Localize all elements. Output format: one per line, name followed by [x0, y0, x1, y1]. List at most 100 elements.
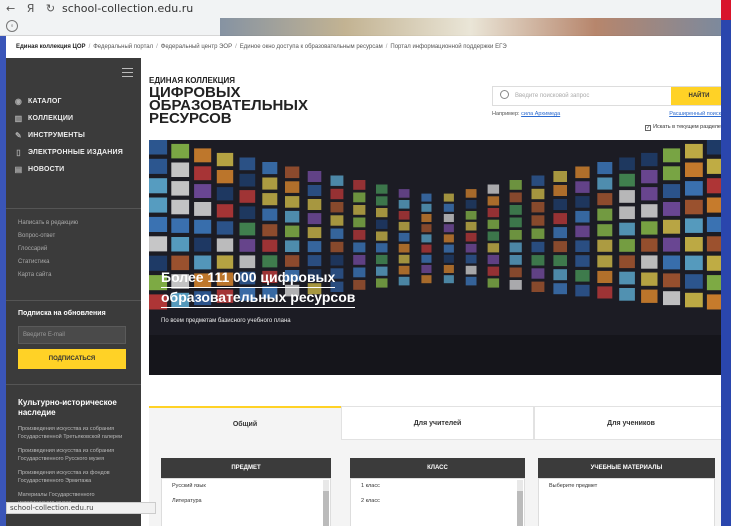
screen-tile [619, 255, 635, 269]
site-logo[interactable]: ЦИФРОВЫХ ОБРАЗОВАТЕЛЬНЫХ РЕСУРСОВ [149, 85, 349, 126]
screen-tile [330, 202, 344, 213]
grade-list[interactable]: 1 класс 2 класс [350, 478, 525, 526]
screen-tile [487, 254, 500, 265]
search-button[interactable]: НАЙТИ [671, 87, 721, 105]
screen-tile [421, 265, 432, 273]
heritage-link[interactable]: Произведения искусства из собрания Госуд… [18, 448, 130, 463]
screen-tile [398, 243, 410, 253]
search-input[interactable]: Введите поисковой запрос [515, 93, 589, 99]
heritage-link[interactable]: Произведения искусства из собрания Госуд… [18, 426, 130, 441]
sidebar-item-catalog[interactable]: ◉ КАТАЛОГ [14, 93, 123, 110]
screen-tile [171, 237, 190, 252]
checkbox-label: Искать в текущем разделе [653, 124, 721, 130]
yandex-icon[interactable]: Я [27, 2, 35, 15]
tab-general[interactable]: Общий [149, 406, 341, 440]
screen-tile [509, 192, 522, 203]
menu-icon[interactable] [122, 68, 133, 80]
sidebar-item-e-publications[interactable]: ▯ ЭЛЕКТРОННЫЕ ИЗДАНИЯ [14, 144, 123, 161]
sidebar-item-collections[interactable]: ▥ КОЛЛЕКЦИИ [14, 110, 123, 127]
sidebar-link[interactable]: Вопрос-ответ [18, 233, 78, 246]
screen-tile [663, 202, 681, 216]
screen-tile [285, 210, 300, 223]
sidebar-link[interactable]: Статистика [18, 259, 78, 272]
screen-tile [194, 237, 212, 252]
screen-tile [575, 225, 590, 238]
portal-links: Единая коллекция ЦОР / Федеральный портал /… [16, 44, 507, 50]
screen-tile [194, 148, 212, 163]
sidebar-link[interactable]: Написать в редакцию [18, 220, 78, 233]
sidebar-item-tools[interactable]: ✎ ИНСТРУМЕНТЫ [14, 127, 123, 144]
screen-tile [619, 271, 635, 285]
address-bar[interactable]: school-collection.edu.ru [62, 2, 193, 15]
search-example: Например: сила Архимеда [492, 111, 560, 117]
screen-tile [619, 206, 635, 220]
screen-tile [641, 255, 658, 269]
screen-tile [509, 180, 522, 190]
screen-tile [465, 189, 477, 198]
subscribe-button[interactable]: ПОДПИСАТЬСЯ [18, 349, 126, 369]
tab-students[interactable]: Для учеников [534, 406, 721, 440]
screen-tile [575, 284, 590, 297]
portal-link[interactable]: Федеральный портал [93, 44, 153, 50]
screen-tile [685, 255, 703, 271]
screen-tile [216, 255, 234, 269]
grade-header: КЛАСС [350, 458, 525, 478]
advanced-search-link[interactable]: Расширенный поиск [669, 111, 721, 117]
browser-chrome: ← Я ↻ school-collection.edu.ru ◦ [0, 0, 721, 36]
list-item[interactable]: 2 класс [351, 494, 524, 509]
portal-link[interactable]: Портал информационной поддержки ЕГЭ [390, 44, 506, 50]
portal-link[interactable]: Единое окно доступа к образовательным ре… [240, 44, 383, 50]
sidebar-item-news[interactable]: ▤ НОВОСТИ [14, 161, 123, 178]
subject-list[interactable]: Русский язык Литература [161, 478, 331, 526]
screen-tile [619, 222, 635, 236]
screen-tile [641, 204, 658, 218]
screen-tile [330, 215, 344, 226]
hero-title: Более 111 000 цифровых образовательных р… [161, 268, 356, 308]
portal-link[interactable]: Федеральный центр ЭОР [161, 44, 232, 50]
divider [6, 208, 141, 209]
web-page: Единая коллекция ЦОР / Федеральный портал /… [6, 36, 721, 526]
example-link[interactable]: сила Архимеда [521, 111, 560, 117]
list-item[interactable]: 1 класс [351, 479, 524, 494]
sidebar: ◉ КАТАЛОГ ▥ КОЛЛЕКЦИИ ✎ ИНСТРУМЕНТЫ ▯ ЭЛЕКТР… [6, 58, 141, 526]
screen-tile [353, 217, 366, 228]
screen-tile [553, 171, 567, 182]
checkbox-icon[interactable]: ✓ [645, 125, 652, 131]
screen-tile [194, 166, 212, 181]
screen-tile [487, 266, 500, 276]
sidebar-link[interactable]: Глоссарий [18, 246, 78, 259]
email-field[interactable]: Введите E-mail [18, 326, 126, 344]
scrollbar-thumb[interactable] [517, 491, 523, 526]
collections-icon: ▥ [14, 114, 23, 123]
list-item[interactable]: Русский язык [162, 479, 330, 494]
search-in-section-checkbox[interactable]: ✓ Искать в текущем разделе [645, 124, 721, 131]
screen-tile [353, 180, 366, 190]
protect-icon[interactable]: ◦ [6, 20, 18, 32]
screen-tile [149, 158, 168, 174]
tab-teachers[interactable]: Для учителей [341, 406, 534, 440]
screen-tile [509, 280, 522, 290]
screen-tile [575, 196, 590, 208]
screen-tile [663, 291, 681, 306]
list-item[interactable]: Выберите предмет [539, 479, 714, 494]
screen-tile [421, 193, 432, 202]
screen-tile [509, 230, 522, 240]
portal-link[interactable]: Единая коллекция ЦОР [16, 44, 86, 50]
materials-filter: УЧЕБНЫЕ МАТЕРИАЛЫ Выберите предмет [538, 458, 715, 526]
screen-tile [398, 200, 410, 209]
screen-tile [553, 255, 567, 267]
heritage-link[interactable]: Произведения искусства из фондов Государ… [18, 470, 130, 485]
screen-tile [706, 178, 721, 194]
scrollbar-thumb[interactable] [323, 491, 329, 526]
back-arrow-icon[interactable]: ← [6, 2, 15, 15]
list-item[interactable]: Литература [162, 494, 330, 509]
screen-tile [597, 193, 613, 206]
screen-tile [487, 278, 500, 288]
screen-tile [465, 232, 477, 242]
screen-tile [706, 197, 721, 213]
screen-tile [239, 190, 256, 203]
screen-tile [330, 175, 344, 186]
materials-list[interactable]: Выберите предмет [538, 478, 715, 526]
reload-icon[interactable]: ↻ [46, 2, 55, 15]
sidebar-link[interactable]: Карта сайта [18, 272, 78, 285]
